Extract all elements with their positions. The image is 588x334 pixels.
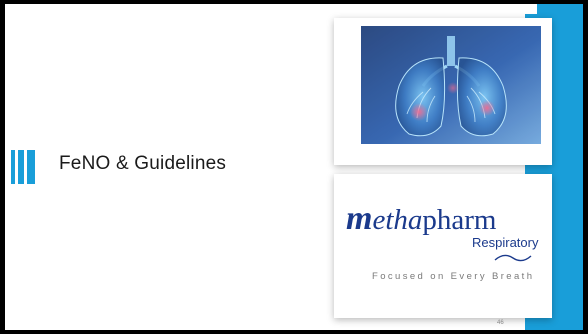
logo-tagline: Focused on Every Breath bbox=[372, 271, 535, 282]
slide-title: FeNO & Guidelines bbox=[59, 153, 227, 174]
methapharm-logo-card: methapharm Respiratory Focused on Every … bbox=[334, 174, 552, 318]
lungs-image-card bbox=[334, 18, 552, 165]
logo-etha: etha bbox=[372, 204, 423, 236]
logo-pharm: pharm bbox=[422, 204, 497, 236]
swoosh-icon bbox=[494, 254, 532, 262]
slide-canvas: FeNO & Guidelines methapharm Respiratory… bbox=[5, 4, 583, 330]
methapharm-logo: methapharm bbox=[346, 200, 546, 237]
logo-subtitle: Respiratory bbox=[472, 235, 539, 250]
logo-m: m bbox=[346, 200, 373, 237]
accent-notch bbox=[525, 4, 537, 14]
title-marker-icon bbox=[11, 150, 35, 184]
lungs-illustration bbox=[361, 26, 541, 144]
page-number: 46 bbox=[497, 320, 504, 326]
slide-frame: FeNO & Guidelines methapharm Respiratory… bbox=[0, 0, 588, 334]
